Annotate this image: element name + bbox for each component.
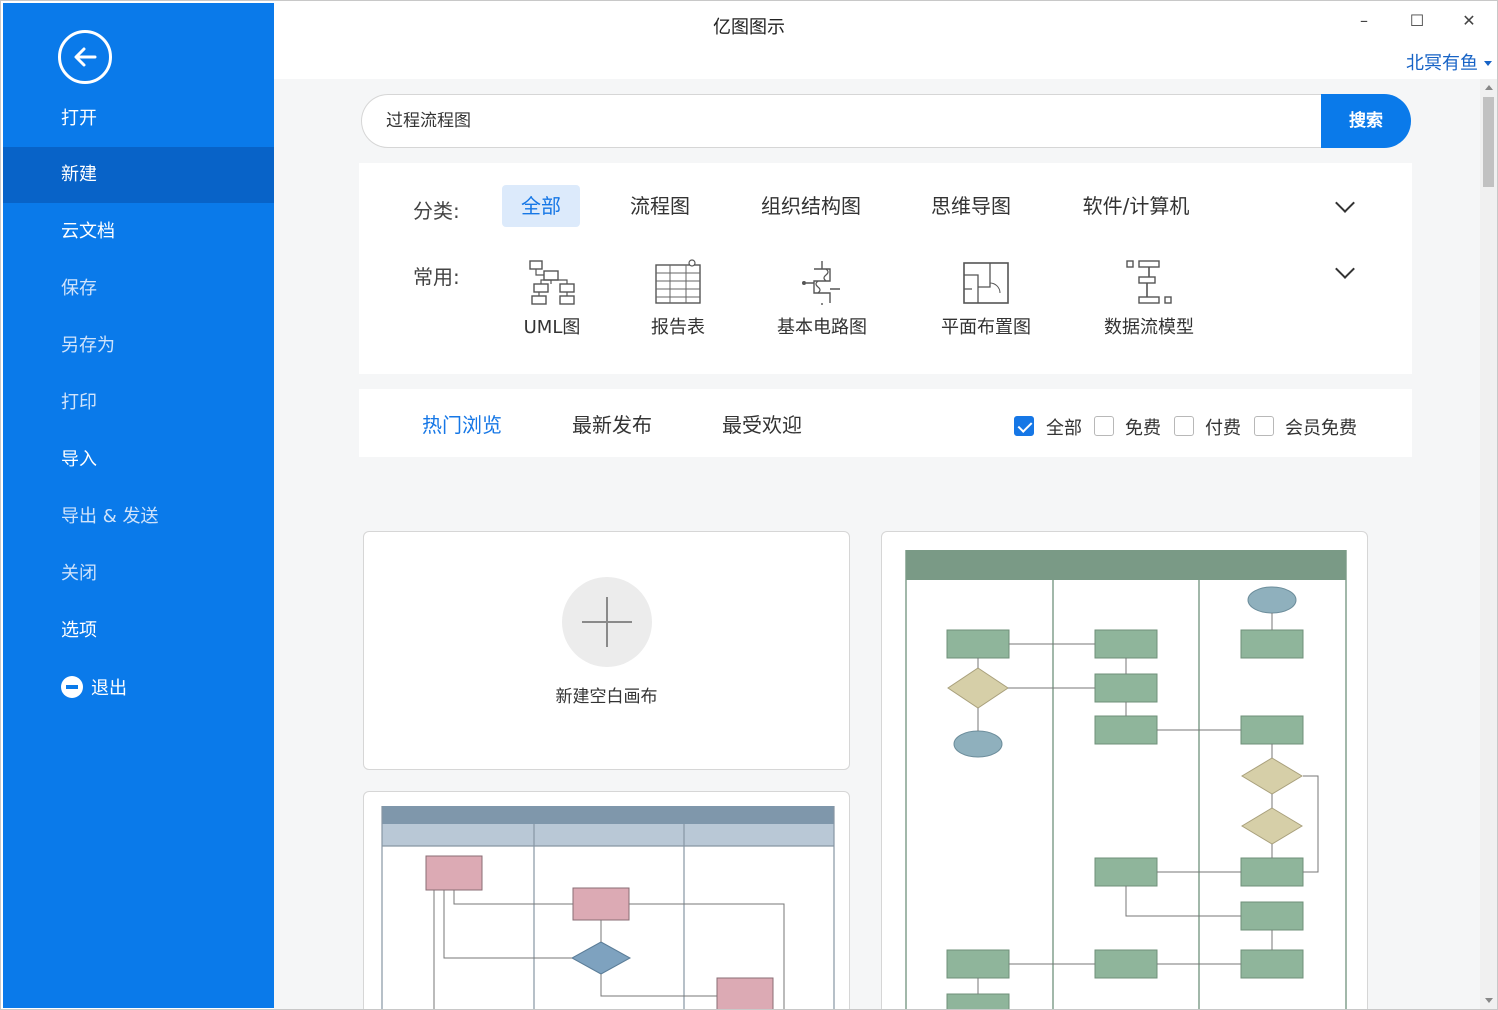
sort-panel: 热门浏览 最新发布 最受欢迎 全部 免费 付费 会员免费	[359, 389, 1412, 457]
tab-latest[interactable]: 最新发布	[572, 409, 652, 438]
common-item-label: 平面布置图	[921, 313, 1051, 339]
filter-all-checkbox[interactable]	[1014, 416, 1034, 436]
sidebar-item-options[interactable]: 选项	[3, 603, 274, 659]
template-card[interactable]	[363, 791, 850, 1009]
sidebar-item-print[interactable]: 打印	[3, 375, 274, 431]
template-thumbnail	[882, 532, 1368, 1009]
sidebar: 打开 新建 云文档 保存 另存为 打印 导入 导出 & 发送 关闭 选项 退出	[3, 3, 274, 1008]
uml-icon	[526, 259, 578, 307]
template-thumbnail	[364, 792, 850, 1009]
minus-circle-icon	[61, 676, 83, 698]
tab-popular[interactable]: 热门浏览	[422, 409, 502, 438]
tab-software[interactable]: 软件/计算机	[1069, 185, 1203, 227]
main-content: 过程流程图 搜索 分类: 全部 流程图 组织结构图 思维导图 软件/计算机 常用…	[274, 79, 1480, 1009]
tab-favorite[interactable]: 最受欢迎	[722, 409, 802, 438]
caret-down-icon	[1484, 61, 1492, 66]
sidebar-item-label: 退出	[91, 678, 127, 699]
chevron-down-icon[interactable]	[1335, 259, 1355, 279]
tab-mind-map[interactable]: 思维导图	[919, 185, 1023, 227]
sidebar-item-label: 新建	[61, 164, 97, 185]
sidebar-item-save[interactable]: 保存	[3, 261, 274, 317]
common-item-floorplan[interactable]: 平面布置图	[921, 259, 1051, 339]
sidebar-item-export[interactable]: 导出 & 发送	[3, 489, 274, 545]
tab-all[interactable]: 全部	[502, 185, 580, 227]
common-item-report[interactable]: 报告表	[613, 259, 743, 339]
filter-paid-checkbox[interactable]	[1174, 416, 1194, 436]
sidebar-item-label: 另存为	[61, 335, 115, 356]
arrow-left-icon	[70, 42, 100, 72]
common-item-dataflow[interactable]: 数据流模型	[1084, 259, 1214, 339]
common-label: 常用:	[413, 261, 460, 290]
tab-org-chart[interactable]: 组织结构图	[749, 185, 873, 227]
sidebar-item-open[interactable]: 打开	[3, 91, 274, 147]
chevron-down-icon[interactable]	[1335, 193, 1355, 213]
filter-free-label: 免费	[1125, 414, 1161, 440]
close-button[interactable]: ✕	[1454, 9, 1484, 33]
search-input[interactable]: 过程流程图	[361, 94, 1323, 148]
vertical-scrollbar[interactable]	[1480, 79, 1497, 1009]
sidebar-item-label: 关闭	[61, 563, 97, 584]
user-name: 北冥有鱼	[1406, 53, 1478, 74]
scroll-thumb[interactable]	[1483, 97, 1494, 187]
sidebar-item-exit[interactable]: 退出	[3, 661, 274, 717]
sidebar-item-label: 导出 & 发送	[61, 506, 158, 527]
new-blank-canvas-card[interactable]: 新建空白画布	[363, 531, 850, 770]
tab-flowchart[interactable]: 流程图	[617, 185, 703, 227]
sidebar-item-label: 打印	[61, 392, 97, 413]
filter-all-label: 全部	[1046, 414, 1082, 440]
circuit-icon	[796, 259, 848, 307]
filter-free-checkbox[interactable]	[1094, 416, 1114, 436]
sidebar-item-label: 云文档	[61, 221, 115, 242]
scroll-up-icon[interactable]	[1485, 85, 1493, 90]
sidebar-item-import[interactable]: 导入	[3, 432, 274, 488]
sidebar-item-new[interactable]: 新建	[3, 147, 274, 203]
sidebar-item-save-as[interactable]: 另存为	[3, 318, 274, 374]
filter-paid-label: 付费	[1205, 414, 1241, 440]
common-item-circuit[interactable]: 基本电路图	[757, 259, 887, 339]
filter-member-checkbox[interactable]	[1254, 416, 1274, 436]
dataflow-icon	[1123, 259, 1175, 307]
category-panel: 分类: 全部 流程图 组织结构图 思维导图 软件/计算机 常用: UML图	[359, 163, 1412, 374]
report-icon	[652, 259, 704, 307]
sidebar-item-label: 导入	[61, 449, 97, 470]
maximize-button[interactable]: ☐	[1402, 9, 1432, 33]
sidebar-item-close[interactable]: 关闭	[3, 546, 274, 602]
sidebar-item-label: 选项	[61, 620, 97, 641]
user-menu[interactable]: 北冥有鱼	[1406, 49, 1492, 75]
plus-icon	[562, 577, 652, 667]
common-item-label: 基本电路图	[757, 313, 887, 339]
sidebar-item-label: 保存	[61, 278, 97, 299]
back-button[interactable]	[58, 30, 112, 84]
floorplan-icon	[960, 259, 1012, 307]
common-item-label: 报告表	[613, 313, 743, 339]
app-title: 亿图图示	[274, 13, 1224, 39]
blank-canvas-label: 新建空白画布	[364, 682, 849, 707]
sidebar-item-label: 打开	[61, 108, 97, 129]
common-item-label: 数据流模型	[1084, 313, 1214, 339]
scroll-down-icon[interactable]	[1485, 998, 1493, 1003]
common-item-label: UML图	[487, 313, 617, 339]
title-bar: 亿图图示 – ☐ ✕ 北冥有鱼	[274, 3, 1497, 79]
template-card[interactable]	[881, 531, 1368, 1009]
app-window: 打开 新建 云文档 保存 另存为 打印 导入 导出 & 发送 关闭 选项 退出 …	[0, 0, 1498, 1010]
filter-member-label: 会员免费	[1285, 414, 1357, 440]
category-label: 分类:	[413, 195, 460, 224]
sidebar-item-cloud[interactable]: 云文档	[3, 204, 274, 260]
common-item-uml[interactable]: UML图	[487, 259, 617, 339]
search-button[interactable]: 搜索	[1321, 94, 1411, 148]
minimize-button[interactable]: –	[1349, 9, 1379, 33]
